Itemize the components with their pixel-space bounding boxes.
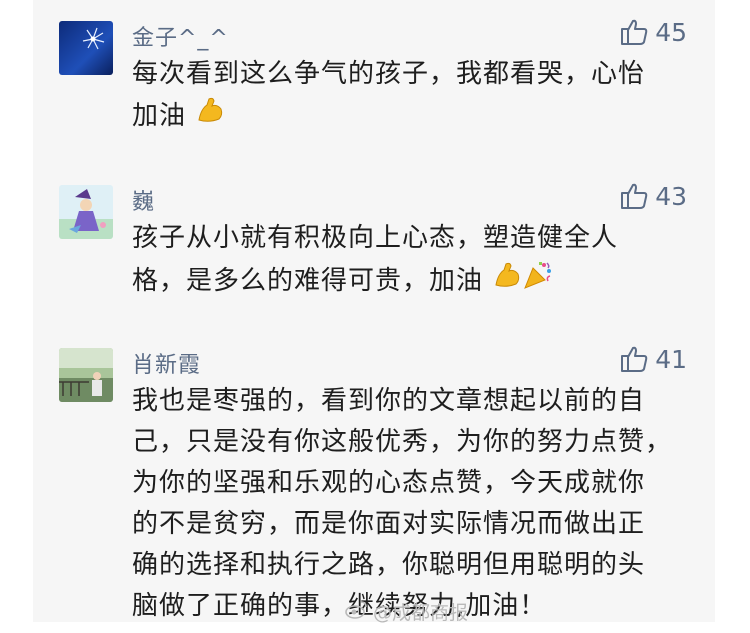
watermark: @成都商报: [345, 598, 468, 625]
avatar[interactable]: [59, 185, 113, 239]
username[interactable]: 肖新霞: [132, 347, 201, 379]
comment-line: 的不是贫穷，而是你面对实际情况而做出正: [132, 509, 646, 539]
flexed-biceps-icon: [195, 95, 225, 138]
like-count: 43: [655, 181, 687, 211]
comment-line-text: 格，是多么的难得可贵，加油: [132, 266, 484, 296]
like-button[interactable]: 43: [619, 181, 687, 211]
comment-line: 己，只是没有你这般优秀，为你的努力点赞，: [132, 427, 673, 457]
thumbs-up-icon: [619, 344, 649, 374]
comment-line: 为你的坚强和乐观的心态点赞，今天成就你: [132, 468, 646, 498]
flexed-biceps-icon: [492, 260, 522, 303]
comment-line-text: 加油: [132, 101, 187, 131]
avatar[interactable]: [59, 21, 113, 75]
thumbs-up-icon: [619, 17, 649, 47]
weibo-logo-icon: [345, 599, 369, 624]
comment-line: 确的选择和执行之路，你聪明但用聪明的头: [132, 550, 646, 580]
comment-line: 格，是多么的难得可贵，加油: [132, 259, 692, 304]
like-button[interactable]: 41: [619, 344, 687, 374]
thumbs-up-icon: [619, 181, 649, 211]
username[interactable]: 巍: [132, 184, 155, 216]
comment-line: 孩子从小就有积极向上心态，塑造健全人: [132, 223, 619, 253]
comment-line: 每次看到这么争气的孩子，我都看哭，心怡: [132, 59, 646, 89]
like-count: 45: [655, 17, 687, 47]
comment-text: 孩子从小就有积极向上心态，塑造健全人 格，是多么的难得可贵，加油: [132, 218, 692, 304]
like-count: 41: [655, 344, 687, 374]
comment-line: 我也是枣强的，看到你的文章想起以前的自: [132, 386, 646, 416]
comment-text: 我也是枣强的，看到你的文章想起以前的自 己，只是没有你这般优秀，为你的努力点赞，…: [132, 381, 692, 627]
username[interactable]: 金子^_^: [132, 20, 229, 52]
comment-line: 加油: [132, 95, 692, 138]
party-popper-icon: [522, 259, 554, 304]
avatar[interactable]: [59, 348, 113, 402]
comment-text: 每次看到这么争气的孩子，我都看哭，心怡 加油: [132, 54, 692, 138]
comment-panel: 金子^_^ 45 每次看到这么争气的孩子，我都看哭，心怡 加油 巍 43 孩子从…: [33, 0, 715, 622]
like-button[interactable]: 45: [619, 17, 687, 47]
watermark-text: @成都商报: [373, 602, 469, 624]
